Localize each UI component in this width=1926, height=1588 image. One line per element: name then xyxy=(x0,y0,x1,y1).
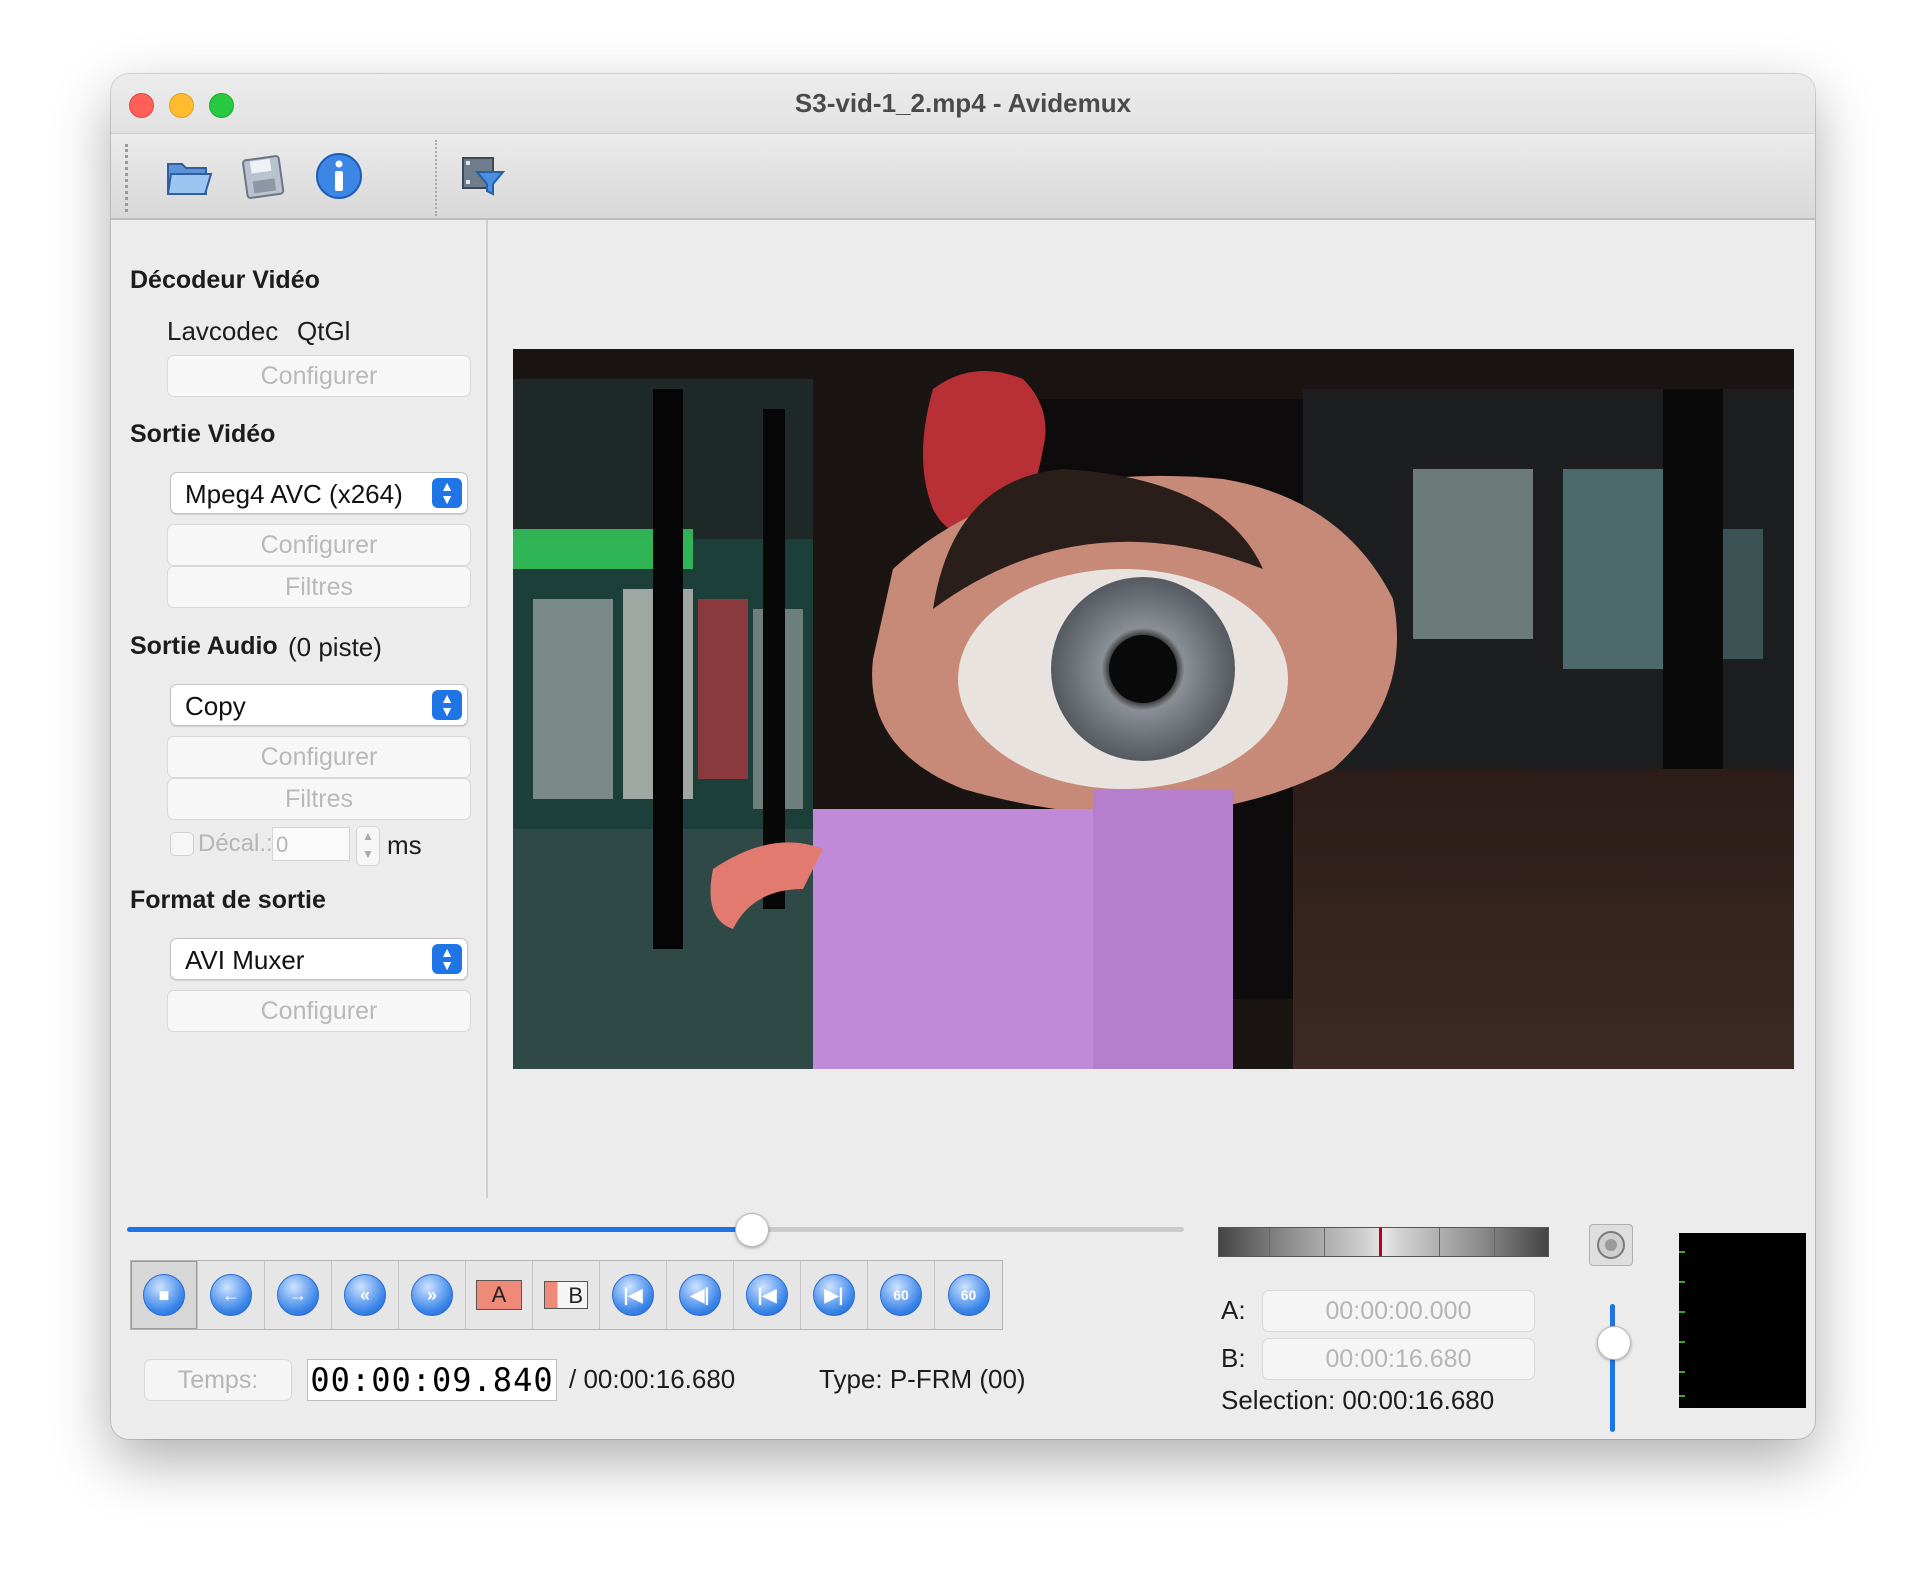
audio-offset-unit: ms xyxy=(387,830,422,860)
chevron-updown-icon: ▲ ▼ xyxy=(432,690,462,720)
timeline-progress xyxy=(127,1227,751,1232)
muxer-select[interactable]: AVI Muxer ▲ ▼ xyxy=(170,938,468,980)
video-output-heading: Sortie Vidéo xyxy=(130,420,276,448)
marker-a-icon: A xyxy=(476,1280,522,1310)
audio-codec-select[interactable]: Copy ▲ ▼ xyxy=(170,684,468,726)
audio-level-meter xyxy=(1679,1233,1806,1408)
goto-marker-b-icon: |◀ xyxy=(746,1274,788,1316)
marker-b-icon: B xyxy=(544,1281,588,1309)
toolbar xyxy=(111,134,1815,220)
forward-keyframe-button[interactable]: » xyxy=(399,1261,466,1329)
stop-button[interactable]: ■ xyxy=(131,1261,198,1329)
jog-shuttle[interactable] xyxy=(1218,1227,1549,1257)
chevron-updown-icon: ▲ ▼ xyxy=(432,944,462,974)
rewind-keyframe-icon: « xyxy=(344,1274,386,1316)
rewind-keyframe-button[interactable]: « xyxy=(332,1261,399,1329)
goto-marker-a-icon: ◀| xyxy=(679,1274,721,1316)
info-icon[interactable] xyxy=(313,150,365,202)
film-filter-icon[interactable] xyxy=(457,150,509,202)
goto-start-icon: |◀ xyxy=(612,1274,654,1316)
back-60-icon: 60 xyxy=(880,1274,922,1316)
audio-configure-button[interactable]: Configurer xyxy=(167,736,471,778)
prev-frame-button[interactable]: ← xyxy=(198,1261,265,1329)
forward-60-button[interactable]: 60 xyxy=(935,1261,1002,1329)
selection-duration: Selection: 00:00:16.680 xyxy=(1221,1385,1495,1415)
settings-panel: Décodeur Vidéo Lavcodec QtGl Configurer … xyxy=(111,220,486,1198)
marker-b-label: B: xyxy=(1221,1343,1246,1373)
audio-speaker-button[interactable] xyxy=(1589,1224,1633,1266)
goto-start-button[interactable]: |◀ xyxy=(600,1261,667,1329)
open-folder-icon[interactable] xyxy=(163,150,215,202)
output-format-heading: Format de sortie xyxy=(130,886,326,914)
stop-icon: ■ xyxy=(143,1274,185,1316)
decoder-qtgl-label: QtGl xyxy=(297,316,351,346)
audio-offset-checkbox[interactable] xyxy=(170,832,194,856)
forward-60-icon: 60 xyxy=(947,1274,990,1316)
video-codec-select[interactable]: Mpeg4 AVC (x264) ▲ ▼ xyxy=(170,472,468,514)
goto-end-button[interactable]: ▶| xyxy=(801,1261,868,1329)
forward-keyframe-icon: » xyxy=(411,1274,453,1316)
panel-divider[interactable] xyxy=(486,220,488,1198)
audio-offset-label: Décal.: xyxy=(198,830,273,857)
marker-b-field[interactable]: 00:00:16.680 xyxy=(1262,1338,1535,1380)
audio-offset-stepper[interactable]: ▲ ▼ xyxy=(356,826,380,866)
goto-marker-b-button[interactable]: |◀ xyxy=(734,1261,801,1329)
next-frame-button[interactable]: → xyxy=(265,1261,332,1329)
decoder-heading: Décodeur Vidéo xyxy=(130,266,320,294)
set-marker-a-button[interactable]: A xyxy=(466,1261,533,1329)
volume-slider[interactable] xyxy=(1610,1304,1615,1432)
window-title: S3-vid-1_2.mp4 - Avidemux xyxy=(794,88,1132,118)
playback-controls: ■ ← → « » A B |◀ ◀| |◀ ▶| 60 60 xyxy=(130,1260,1003,1330)
marker-a-field[interactable]: 00:00:00.000 xyxy=(1262,1290,1535,1332)
volume-handle[interactable] xyxy=(1597,1326,1631,1361)
save-floppy-icon[interactable] xyxy=(237,150,289,202)
chevron-updown-icon: ▲ ▼ xyxy=(432,478,462,508)
video-preview xyxy=(513,349,1794,1069)
marker-a-label: A: xyxy=(1221,1295,1246,1325)
total-time: / 00:00:16.680 xyxy=(569,1364,736,1394)
audio-codec-value: Copy xyxy=(185,691,246,721)
back-60-button[interactable]: 60 xyxy=(868,1261,935,1329)
frame-type: Type: P-FRM (00) xyxy=(819,1364,1026,1394)
prev-frame-icon: ← xyxy=(210,1274,252,1316)
time-button[interactable]: Temps: xyxy=(144,1359,292,1401)
next-frame-icon: → xyxy=(277,1274,319,1316)
goto-end-icon: ▶| xyxy=(813,1274,855,1316)
audio-filters-button[interactable]: Filtres xyxy=(167,778,471,820)
speaker-icon xyxy=(1597,1231,1625,1259)
audio-output-heading: Sortie Audio xyxy=(130,632,278,660)
audio-tracks-count: (0 piste) xyxy=(288,632,382,662)
decoder-lavcodec-label: Lavcodec xyxy=(167,316,279,346)
toolbar-grip[interactable] xyxy=(125,144,132,212)
title-bar: S3-vid-1_2.mp4 - Avidemux xyxy=(111,74,1815,134)
current-time-field[interactable]: 00:00:09.840 xyxy=(307,1359,557,1401)
video-configure-button[interactable]: Configurer xyxy=(167,524,471,566)
set-marker-b-button[interactable]: B xyxy=(533,1261,600,1329)
timeline-handle[interactable] xyxy=(734,1213,769,1247)
app-window: S3-vid-1_2.mp4 - Avidemux Décodeur Vidéo… xyxy=(111,74,1815,1439)
muxer-value: AVI Muxer xyxy=(185,945,305,975)
muxer-configure-button[interactable]: Configurer xyxy=(167,990,471,1032)
decoder-configure-button[interactable]: Configurer xyxy=(167,355,471,397)
goto-marker-a-button[interactable]: ◀| xyxy=(667,1261,734,1329)
video-codec-value: Mpeg4 AVC (x264) xyxy=(185,479,403,509)
video-filters-button[interactable]: Filtres xyxy=(167,566,471,608)
toolbar-separator xyxy=(435,140,437,216)
audio-offset-input[interactable]: 0 xyxy=(272,827,350,861)
